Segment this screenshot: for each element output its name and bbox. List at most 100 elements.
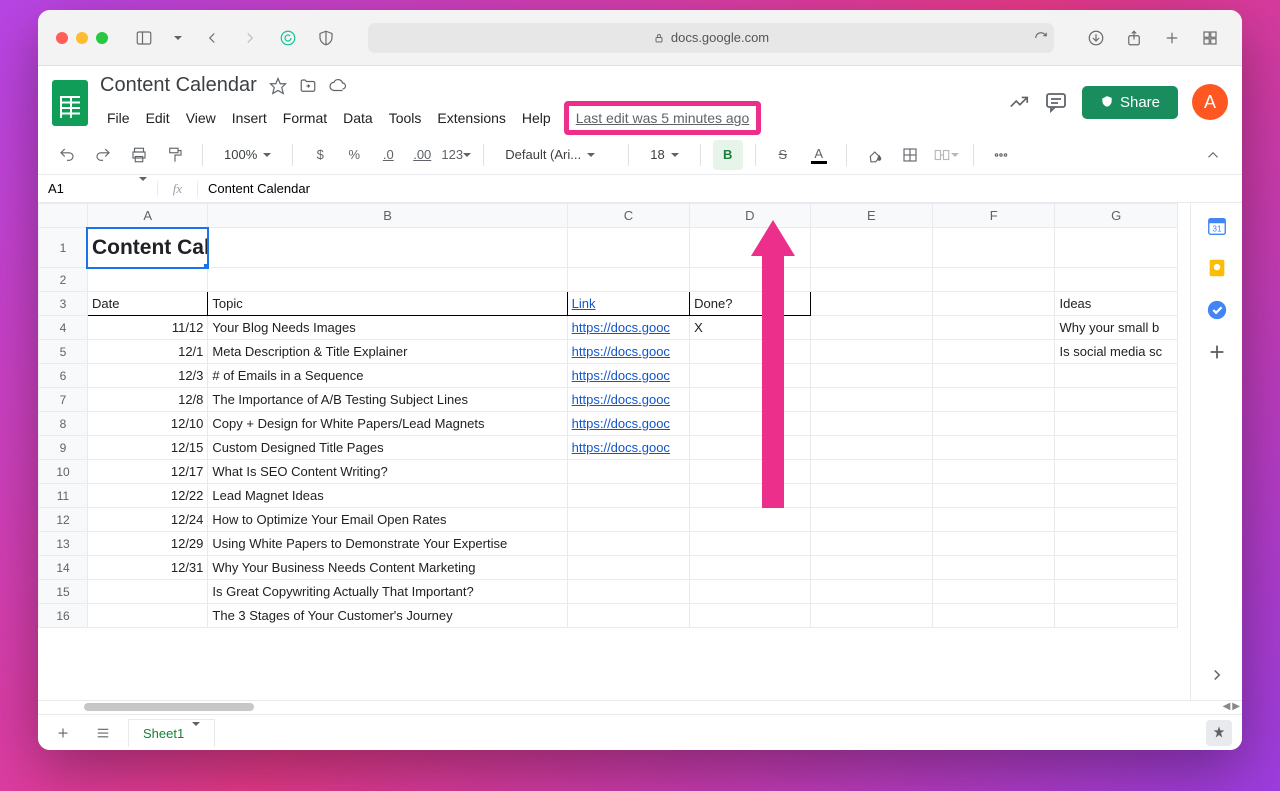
table-row[interactable]: 1012/17What Is SEO Content Writing? xyxy=(39,460,1178,484)
cell[interactable] xyxy=(810,228,932,268)
row-header[interactable]: 7 xyxy=(39,388,88,412)
cell[interactable] xyxy=(810,508,932,532)
table-row[interactable]: 812/10Copy + Design for White Papers/Lea… xyxy=(39,412,1178,436)
row-header[interactable]: 6 xyxy=(39,364,88,388)
cell[interactable]: Meta Description & Title Explainer xyxy=(208,340,567,364)
all-sheets-button[interactable] xyxy=(88,718,118,748)
cell[interactable] xyxy=(567,228,689,268)
table-row[interactable]: 2 xyxy=(39,268,1178,292)
row-header[interactable]: 15 xyxy=(39,580,88,604)
cell[interactable]: Done? xyxy=(690,292,810,316)
cell[interactable] xyxy=(810,316,932,340)
table-row[interactable]: 1412/31Why Your Business Needs Content M… xyxy=(39,556,1178,580)
menu-edit[interactable]: Edit xyxy=(139,106,177,130)
hide-side-panel-button[interactable] xyxy=(1208,666,1226,684)
cell[interactable]: Copy + Design for White Papers/Lead Magn… xyxy=(208,412,567,436)
refresh-icon[interactable] xyxy=(1034,31,1048,45)
cell[interactable] xyxy=(810,388,932,412)
percent-button[interactable]: % xyxy=(339,140,369,170)
cell[interactable]: The Importance of A/B Testing Subject Li… xyxy=(208,388,567,412)
cell[interactable]: 12/1 xyxy=(87,340,207,364)
cell[interactable] xyxy=(87,604,207,628)
cell[interactable] xyxy=(567,460,689,484)
cell[interactable]: Link xyxy=(567,292,689,316)
menu-view[interactable]: View xyxy=(179,106,223,130)
cell[interactable] xyxy=(933,388,1055,412)
sidebar-toggle-button[interactable] xyxy=(130,24,158,52)
col-E[interactable]: E xyxy=(810,204,932,228)
cell[interactable]: Topic xyxy=(208,292,567,316)
paint-format-button[interactable] xyxy=(160,140,190,170)
cell[interactable] xyxy=(810,436,932,460)
table-row[interactable]: 3DateTopicLinkDone?Ideas xyxy=(39,292,1178,316)
cell[interactable] xyxy=(690,460,810,484)
cell[interactable] xyxy=(690,340,810,364)
col-F[interactable]: F xyxy=(933,204,1055,228)
chevron-down-icon[interactable] xyxy=(192,726,200,741)
cell[interactable] xyxy=(567,508,689,532)
minimize-window-button[interactable] xyxy=(76,32,88,44)
cell[interactable] xyxy=(208,268,567,292)
menu-tools[interactable]: Tools xyxy=(382,106,429,130)
downloads-button[interactable] xyxy=(1082,24,1110,52)
cell[interactable] xyxy=(690,436,810,460)
col-B[interactable]: B xyxy=(208,204,567,228)
cell[interactable]: Ideas xyxy=(1055,292,1178,316)
table-row[interactable]: 411/12Your Blog Needs Imageshttps://docs… xyxy=(39,316,1178,340)
cell[interactable] xyxy=(810,412,932,436)
table-row[interactable]: 15Is Great Copywriting Actually That Imp… xyxy=(39,580,1178,604)
zoom-dropdown[interactable]: 100% xyxy=(215,143,280,166)
bold-button[interactable]: B xyxy=(713,140,743,170)
new-tab-button[interactable] xyxy=(1158,24,1186,52)
keep-addon-icon[interactable] xyxy=(1206,257,1228,279)
explore-button[interactable] xyxy=(1206,720,1232,746)
table-row[interactable]: 1312/29Using White Papers to Demonstrate… xyxy=(39,532,1178,556)
cell[interactable] xyxy=(1055,436,1178,460)
nav-forward-button[interactable] xyxy=(236,24,264,52)
cell[interactable] xyxy=(567,556,689,580)
cell[interactable] xyxy=(1055,556,1178,580)
grammarly-extension-icon[interactable] xyxy=(274,24,302,52)
cell[interactable]: 11/12 xyxy=(87,316,207,340)
share-button[interactable]: Share xyxy=(1082,86,1178,119)
more-formats-button[interactable]: 123 xyxy=(441,140,471,170)
cell[interactable] xyxy=(690,268,810,292)
cell[interactable]: Custom Designed Title Pages xyxy=(208,436,567,460)
cell[interactable] xyxy=(690,228,810,268)
cell[interactable] xyxy=(933,436,1055,460)
cell[interactable] xyxy=(690,484,810,508)
table-row[interactable]: 1212/24How to Optimize Your Email Open R… xyxy=(39,508,1178,532)
sidebar-menu-chevron-icon[interactable] xyxy=(168,28,188,48)
increase-decimal-button[interactable]: .00 xyxy=(407,140,437,170)
cell[interactable]: 12/15 xyxy=(87,436,207,460)
horizontal-scrollbar[interactable]: ◀▶ xyxy=(38,700,1242,714)
cell[interactable] xyxy=(810,580,932,604)
cell[interactable] xyxy=(690,412,810,436)
menu-insert[interactable]: Insert xyxy=(225,106,274,130)
cell[interactable]: 12/3 xyxy=(87,364,207,388)
cell[interactable] xyxy=(690,604,810,628)
cell[interactable]: https://docs.gooc xyxy=(567,316,689,340)
cell[interactable] xyxy=(1055,460,1178,484)
sheets-logo-icon[interactable] xyxy=(52,80,88,126)
add-sheet-button[interactable] xyxy=(48,718,78,748)
row-header[interactable]: 1 xyxy=(39,228,88,268)
cell[interactable] xyxy=(810,340,932,364)
last-edit-link[interactable]: Last edit was 5 minutes ago xyxy=(564,101,762,135)
row-header[interactable]: 11 xyxy=(39,484,88,508)
menu-data[interactable]: Data xyxy=(336,106,380,130)
more-toolbar-button[interactable] xyxy=(986,140,1016,170)
row-header[interactable]: 8 xyxy=(39,412,88,436)
cell[interactable] xyxy=(690,388,810,412)
cell[interactable] xyxy=(810,268,932,292)
cell[interactable] xyxy=(933,412,1055,436)
table-row[interactable]: 16The 3 Stages of Your Customer's Journe… xyxy=(39,604,1178,628)
sheet-tab-sheet1[interactable]: Sheet1 xyxy=(128,719,215,747)
cell[interactable] xyxy=(810,364,932,388)
formula-input[interactable]: Content Calendar xyxy=(198,181,320,196)
cell[interactable] xyxy=(1055,268,1178,292)
cell[interactable]: https://docs.gooc xyxy=(567,340,689,364)
cell[interactable] xyxy=(933,508,1055,532)
cell[interactable] xyxy=(810,604,932,628)
comments-icon[interactable] xyxy=(1044,90,1068,114)
